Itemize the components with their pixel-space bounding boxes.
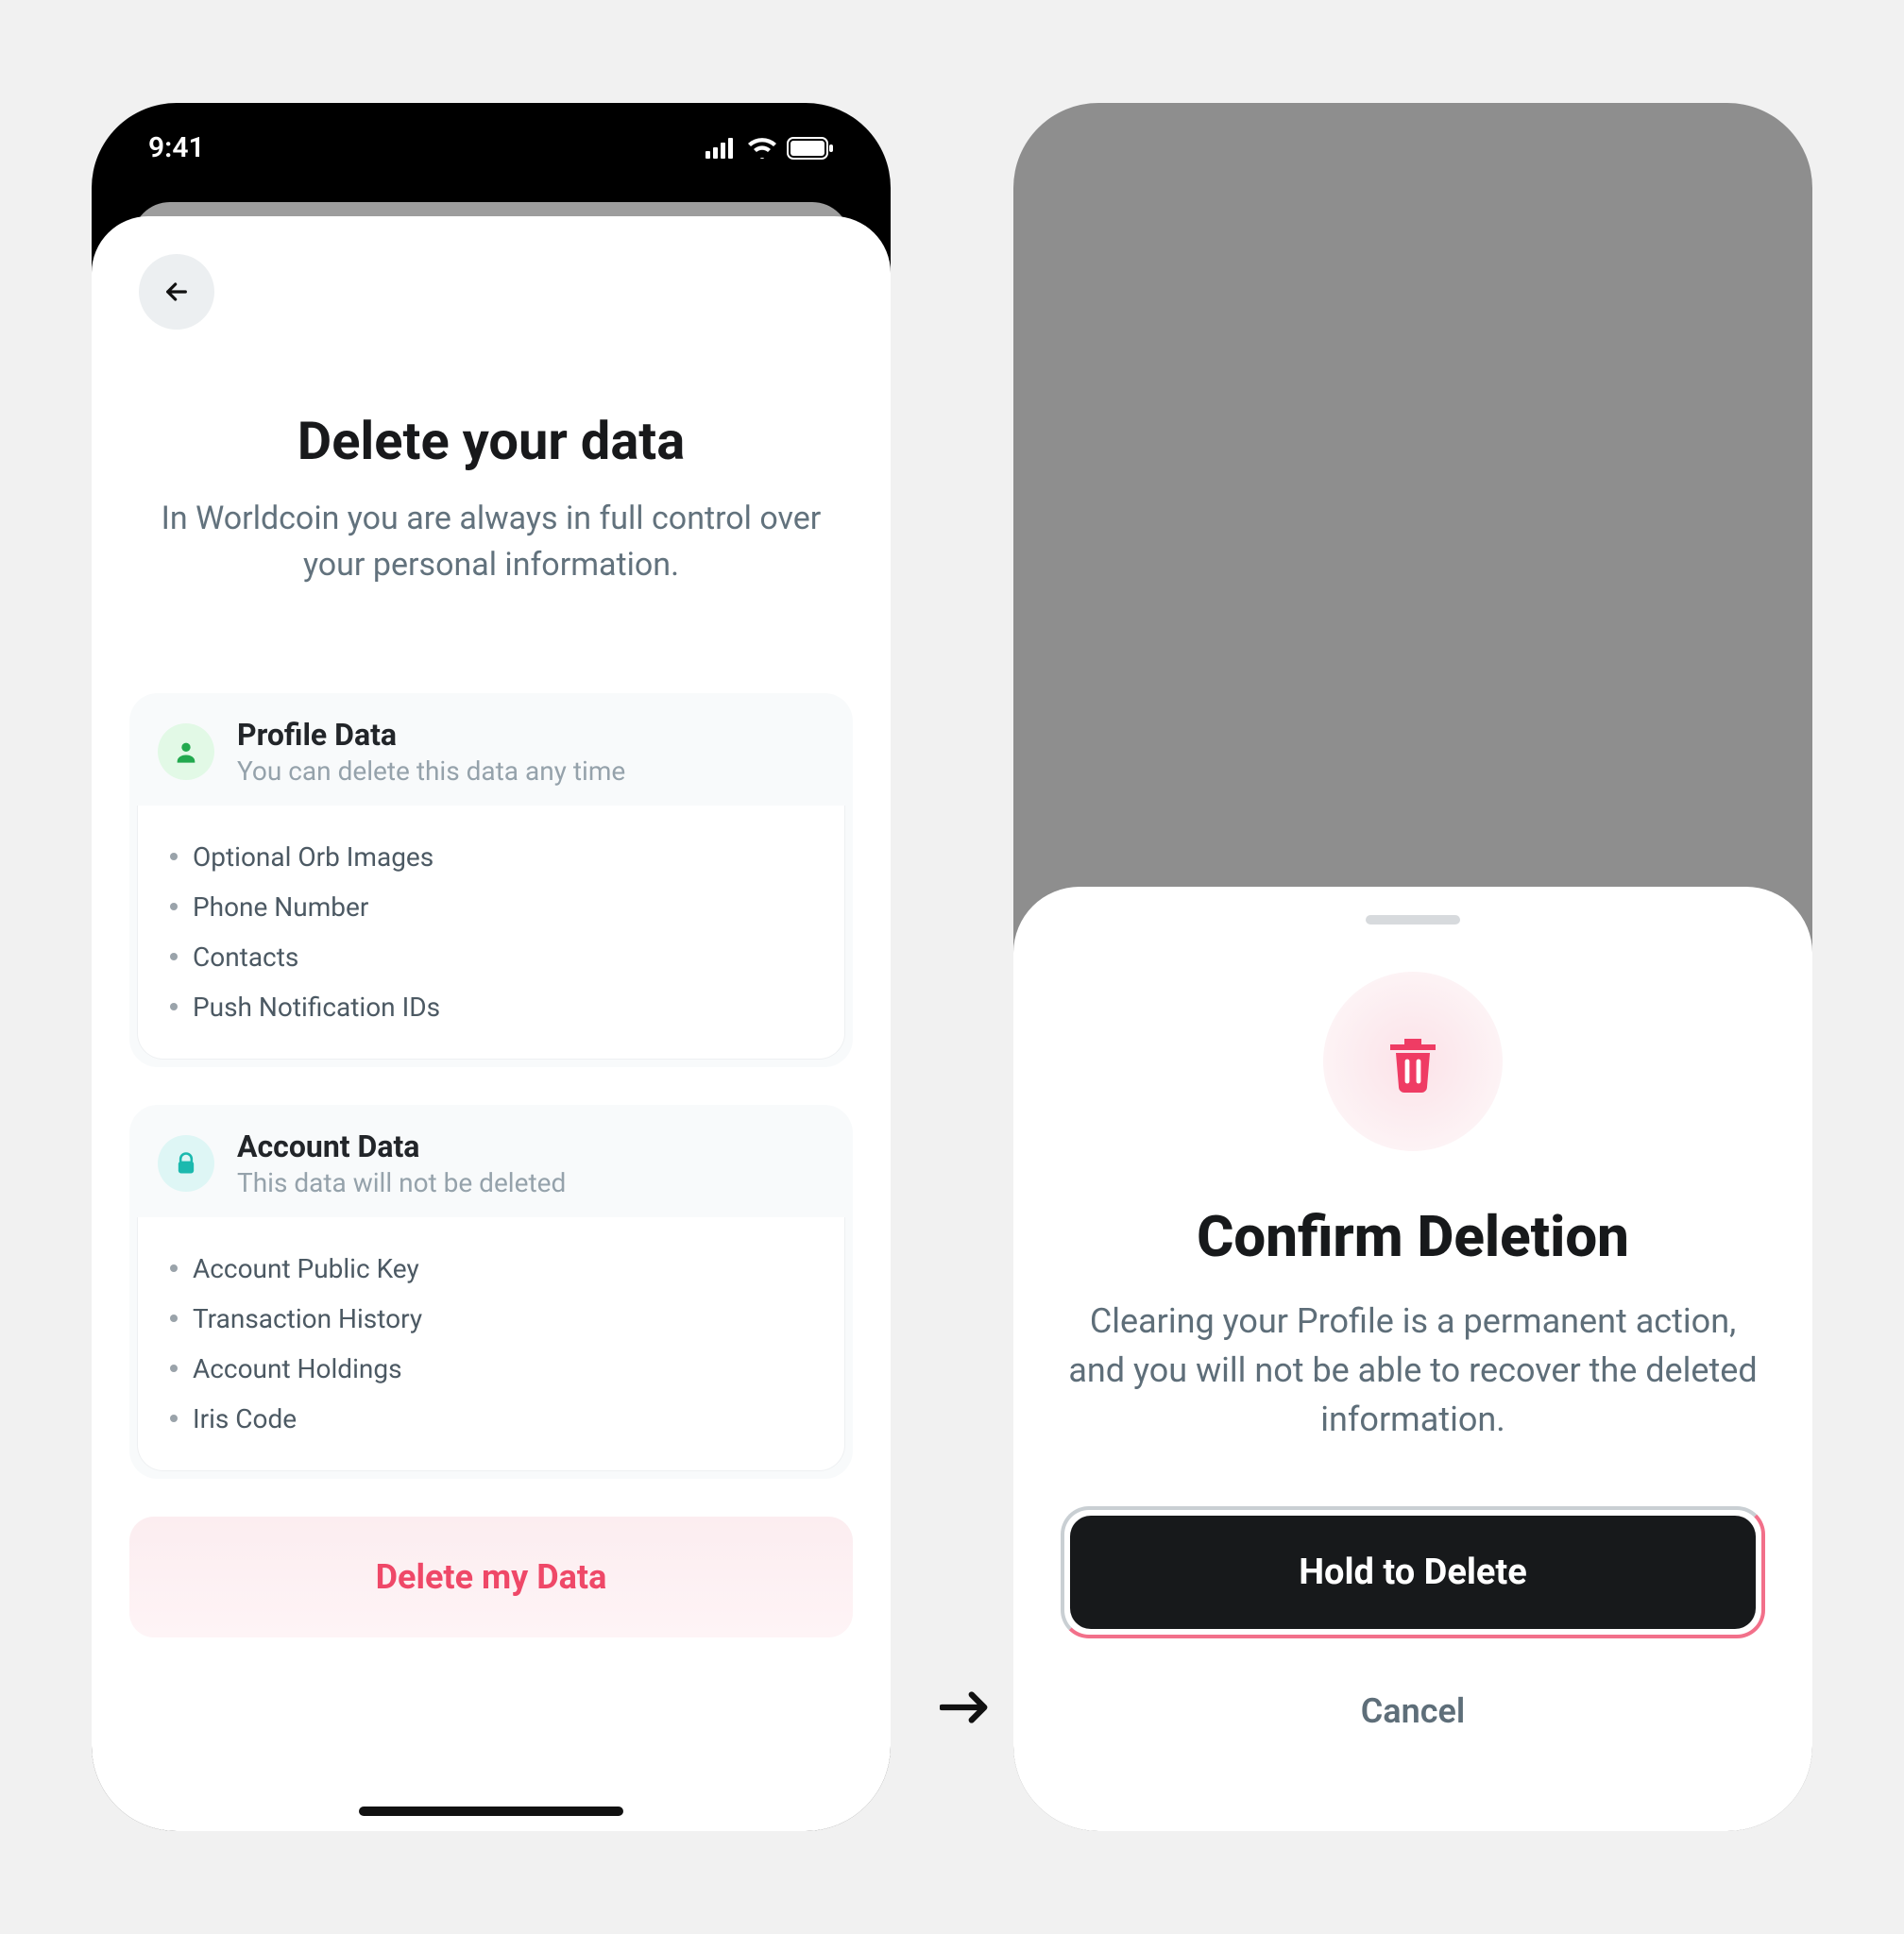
section-subtitle: You can delete this data any time [237, 755, 824, 787]
battery-icon [787, 137, 834, 160]
confirm-deletion-sheet: Confirm Deletion Clearing your Profile i… [1013, 887, 1812, 1831]
list-item: Phone Number [170, 882, 812, 932]
list-item: Push Notification IDs [170, 982, 812, 1032]
trash-icon-circle [1323, 972, 1503, 1151]
list-item-label: Account Holdings [193, 1353, 402, 1384]
profile-data-section: Profile Data You can delete this data an… [129, 693, 853, 1067]
section-header: Account Data This data will not be delet… [129, 1105, 853, 1217]
section-title: Profile Data [237, 717, 824, 753]
cellular-signal-icon [706, 138, 738, 159]
list-item-label: Push Notification IDs [193, 992, 440, 1023]
list-item: Optional Orb Images [170, 832, 812, 882]
arrow-left-icon [162, 277, 192, 307]
list-item: Account Public Key [170, 1244, 812, 1294]
list-item-label: Transaction History [193, 1303, 422, 1334]
delete-my-data-button[interactable]: Delete my Data [129, 1517, 853, 1637]
section-body: Account Public Key Transaction History A… [137, 1217, 845, 1471]
page-subtitle: In Worldcoin you are always in full cont… [129, 496, 853, 589]
hold-to-delete-wrap: Hold to Delete [1061, 1506, 1765, 1638]
status-time: 9:41 [148, 131, 205, 164]
list-item-label: Account Public Key [193, 1253, 419, 1284]
lock-icon [158, 1135, 214, 1192]
section-title: Account Data [237, 1128, 824, 1164]
list-item-label: Iris Code [193, 1403, 297, 1434]
wifi-icon [747, 138, 777, 159]
section-subtitle: This data will not be deleted [237, 1167, 824, 1198]
page-title: Delete your data [129, 410, 853, 472]
list-item-label: Optional Orb Images [193, 841, 434, 873]
list-item-label: Contacts [193, 942, 298, 973]
section-header: Profile Data You can delete this data an… [129, 693, 853, 806]
cancel-button[interactable]: Cancel [1361, 1669, 1465, 1754]
confirm-body: Clearing your Profile is a permanent act… [1061, 1297, 1765, 1445]
list-item: Account Holdings [170, 1344, 812, 1394]
phone-left: 9:41 Delete your data In Worldcoin you a… [92, 103, 891, 1831]
flow-arrow-icon [940, 1681, 991, 1739]
trash-icon [1379, 1027, 1447, 1095]
list-item: Contacts [170, 932, 812, 982]
home-indicator [359, 1807, 623, 1816]
status-bar: 9:41 [92, 103, 891, 193]
sheet-handle[interactable] [1366, 915, 1460, 925]
hold-to-delete-button[interactable]: Hold to Delete [1070, 1516, 1756, 1629]
status-icons [706, 137, 834, 160]
phone-right: Confirm Deletion Clearing your Profile i… [1013, 103, 1812, 1831]
account-data-section: Account Data This data will not be delet… [129, 1105, 853, 1479]
delete-data-sheet: Delete your data In Worldcoin you are al… [92, 216, 891, 1831]
person-icon [158, 723, 214, 780]
confirm-title: Confirm Deletion [1197, 1203, 1629, 1270]
list-item-label: Phone Number [193, 891, 368, 923]
back-button[interactable] [139, 254, 214, 330]
list-item: Transaction History [170, 1294, 812, 1344]
list-item: Iris Code [170, 1394, 812, 1444]
section-body: Optional Orb Images Phone Number Contact… [137, 806, 845, 1060]
